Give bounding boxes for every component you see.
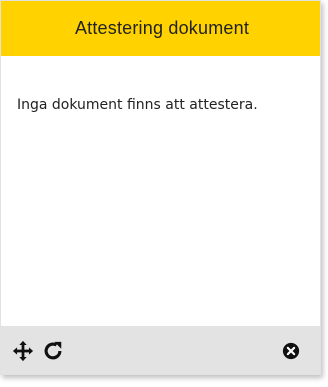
close-button[interactable]: [281, 341, 301, 361]
empty-state-message: Inga dokument finns att attestera.: [17, 97, 258, 113]
attestation-widget: Attestering dokument Inga dokument finns…: [0, 0, 321, 375]
move-icon: [12, 340, 34, 362]
close-icon: [282, 342, 300, 360]
refresh-button[interactable]: [42, 340, 64, 362]
widget-footer: [1, 326, 320, 374]
widget-title: Attestering dokument: [74, 18, 250, 38]
widget-header: Attestering dokument: [1, 1, 320, 56]
refresh-icon: [44, 341, 62, 360]
move-button[interactable]: [12, 340, 34, 362]
widget-content: Inga dokument finns att attestera.: [17, 97, 310, 113]
